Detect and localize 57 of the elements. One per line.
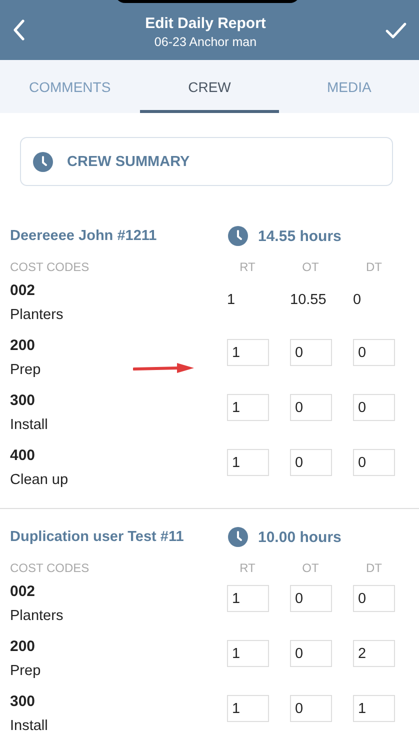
arrow-drawing <box>133 362 195 374</box>
cost-code-description: Clean up <box>10 472 68 488</box>
cost-code: 200 <box>10 638 36 655</box>
column-header: DT <box>365 259 383 276</box>
hours-input[interactable]: 0 <box>353 394 395 421</box>
hours-input[interactable]: 0 <box>290 695 332 722</box>
hours-total: 14.55 hours <box>258 228 342 244</box>
hours-input[interactable]: 1 <box>227 449 269 476</box>
hours-input[interactable]: 0 <box>353 449 395 476</box>
back-icon[interactable] <box>12 19 26 41</box>
column-header: COST CODES <box>10 560 90 577</box>
cost-code: 200 <box>10 337 36 354</box>
hours-input[interactable]: 1 <box>353 695 395 722</box>
hours-input[interactable]: 0 <box>290 640 332 667</box>
cost-code-description: Install <box>10 417 48 433</box>
hours-input[interactable]: 1 <box>227 394 269 421</box>
hours-input[interactable]: 1 <box>227 339 269 366</box>
hours-input[interactable]: 1 <box>227 695 269 722</box>
column-header: RT <box>238 560 256 577</box>
tab[interactable]: CREW <box>140 60 280 113</box>
clock-icon <box>228 226 248 246</box>
hours-input[interactable]: 0 <box>290 339 332 366</box>
screen-title: Edit Daily Report <box>145 15 266 32</box>
column-header: OT <box>301 259 320 276</box>
clock-icon <box>33 152 53 172</box>
cost-code: 400 <box>10 447 36 464</box>
hours-value: 0 <box>353 292 362 308</box>
column-header: COST CODES <box>10 259 90 276</box>
hours-input[interactable]: 0 <box>290 449 332 476</box>
hours-input[interactable]: 0 <box>353 585 395 612</box>
column-header: OT <box>301 560 320 577</box>
hours-input[interactable]: 0 <box>353 339 395 366</box>
cost-code: 300 <box>10 693 36 710</box>
cost-code-description: Planters <box>10 608 64 624</box>
column-header: RT <box>238 259 256 276</box>
cost-code: 300 <box>10 392 36 409</box>
hours-input[interactable]: 0 <box>290 394 332 421</box>
check-icon[interactable] <box>385 21 407 39</box>
cost-code-description: Planters <box>10 307 64 323</box>
crew-member-name: Deereeee John #1211 <box>10 228 158 244</box>
cost-code-description: Prep <box>10 362 41 378</box>
clock-icon <box>228 527 248 547</box>
hours-value: 1 <box>227 292 236 308</box>
cost-code: 002 <box>10 583 36 600</box>
hours-input[interactable]: 1 <box>227 640 269 667</box>
hours-input[interactable]: 0 <box>290 585 332 612</box>
cost-code-description: Install <box>10 718 48 734</box>
hours-input[interactable]: 1 <box>227 585 269 612</box>
hours-value: 10.55 <box>290 292 328 308</box>
cost-code: 002 <box>10 282 36 299</box>
crew-member-name: Duplication user Test #11 <box>10 529 185 545</box>
cost-code-description: Prep <box>10 663 41 679</box>
crew-summary-button[interactable]: CREW SUMMARY <box>20 137 393 186</box>
screen-subtitle: 06-23 Anchor man <box>154 35 257 49</box>
column-header: DT <box>365 560 383 577</box>
hours-input[interactable]: 2 <box>353 640 395 667</box>
hours-total: 10.00 hours <box>258 528 342 546</box>
